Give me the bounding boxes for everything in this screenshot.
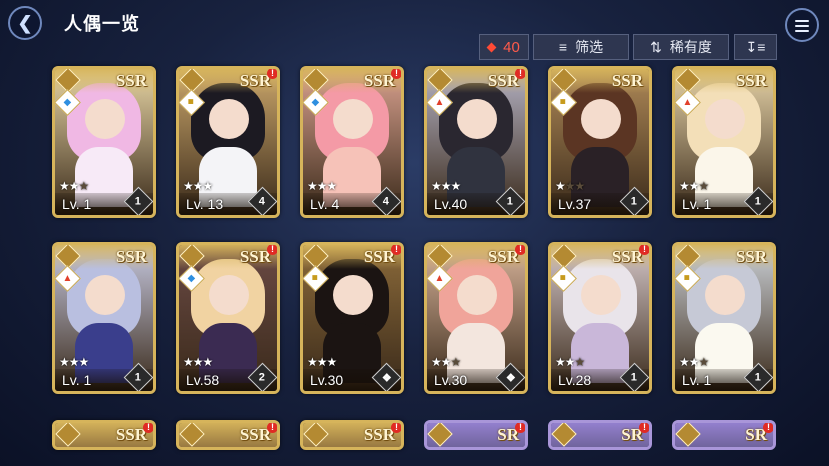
portrait-face [581, 275, 621, 315]
menu-button[interactable] [785, 8, 819, 42]
level-label: Lv.40 [434, 196, 468, 212]
portrait-face [209, 99, 249, 139]
star-rating: ★★★ [555, 179, 585, 193]
new-badge-icon: ! [391, 245, 401, 255]
new-badge-icon: ! [639, 245, 649, 255]
doll-count: 40 [503, 38, 520, 56]
rarity-label: SSR [115, 71, 147, 90]
new-badge-icon: ! [267, 423, 277, 433]
star-rating: ★★★ [183, 355, 213, 369]
level-label: Lv.30 [434, 372, 468, 388]
new-badge-icon: ! [391, 69, 401, 79]
portrait-face [333, 99, 373, 139]
new-badge-icon: ! [267, 245, 277, 255]
rarity-label: SSR [735, 71, 767, 90]
rarity-label: SSR [115, 247, 147, 266]
doll-card[interactable]: SSR! ■ ★★★ Lv.30 ❖ [300, 242, 404, 394]
star-rating: ★★★ [307, 179, 337, 193]
portrait-face [209, 275, 249, 315]
level-label: Lv.30 [310, 372, 344, 388]
doll-card-partial[interactable]: SSR! [52, 420, 156, 450]
hamburger-line [795, 30, 809, 32]
level-label: Lv.58 [186, 372, 220, 388]
level-label: Lv. 1 [682, 196, 712, 212]
doll-card-partial[interactable]: SR! [672, 420, 776, 450]
portrait-face [457, 99, 497, 139]
new-badge-icon: ! [515, 245, 525, 255]
level-label: Lv. 13 [186, 196, 224, 212]
new-badge-icon: ! [143, 423, 153, 433]
star-rating: ★★★ [679, 355, 709, 369]
star-rating: ★★★ [555, 355, 585, 369]
hamburger-line [795, 25, 809, 27]
sort-order-icon: ↧≡ [745, 38, 766, 55]
star-rating: ★★★ [59, 355, 89, 369]
portrait-face [705, 99, 745, 139]
new-badge-icon: ! [515, 69, 525, 79]
doll-card-partial[interactable]: SSR! [300, 420, 404, 450]
doll-card-partial[interactable]: SR! [548, 420, 652, 450]
level-label: Lv. 1 [62, 372, 92, 388]
star-rating: ★★★ [183, 179, 213, 193]
new-badge-icon: ! [515, 423, 525, 433]
portrait-face [333, 275, 373, 315]
level-label: Lv. 1 [682, 372, 712, 388]
sort-label: 稀有度 [669, 39, 712, 55]
doll-card[interactable]: SSR! ◆ ★★★ Lv. 44 [300, 66, 404, 218]
doll-card-partial[interactable]: SSR! [176, 420, 280, 450]
rarity-label: SSR [611, 71, 643, 90]
level-label: Lv. 1 [62, 196, 92, 212]
doll-card[interactable]: SSR ■ ★★★ Lv.37 1 [548, 66, 652, 218]
gem-icon [486, 42, 497, 52]
star-rating: ★★★ [431, 355, 461, 369]
page-title: 人偶一览 [64, 14, 140, 34]
new-badge-icon: ! [763, 423, 773, 433]
doll-card[interactable]: SSR! ■ ★★★ Lv.28 1 [548, 242, 652, 394]
star-rating: ★★★ [431, 179, 461, 193]
level-label: Lv.37 [558, 196, 592, 212]
doll-card[interactable]: SSR ▲ ★★★ Lv. 11 [52, 242, 156, 394]
doll-card[interactable]: SSR! ▲ ★★★ Lv.40 1 [424, 66, 528, 218]
doll-card[interactable]: SSR! ◆ ★★★ Lv.58 2 [176, 242, 280, 394]
portrait-face [457, 275, 497, 315]
sort-arrows-icon: ⇅ [650, 38, 662, 55]
level-label: Lv. 4 [310, 196, 340, 212]
doll-card-partial[interactable]: SR! [424, 420, 528, 450]
portrait-face [85, 99, 125, 139]
doll-card[interactable]: SSR! ■ ★★★ Lv. 13 4 [176, 66, 280, 218]
hamburger-menu-icon [795, 20, 809, 22]
doll-card[interactable]: SSR! ▲ ★★★ Lv.30 ❖ [424, 242, 528, 394]
new-badge-icon: ! [267, 69, 277, 79]
star-rating: ★★★ [307, 355, 337, 369]
portrait-face [581, 99, 621, 139]
doll-card[interactable]: SSR ■ ★★★ Lv. 11 [672, 242, 776, 394]
filter-icon: ≡ [558, 39, 568, 55]
sort-order-button[interactable]: ↧≡ [734, 34, 777, 60]
back-button[interactable]: ❮ [8, 6, 42, 40]
star-rating: ★★★ [679, 179, 709, 193]
filter-label: 筛选 [575, 39, 604, 55]
new-badge-icon: ! [639, 423, 649, 433]
level-label: Lv.28 [558, 372, 592, 388]
doll-card[interactable]: SSR ◆ ★★★ Lv. 11 [52, 66, 156, 218]
portrait-face [85, 275, 125, 315]
portrait-face [705, 275, 745, 315]
star-rating: ★★★ [59, 179, 89, 193]
back-arrow-icon: ❮ [17, 12, 33, 33]
doll-card[interactable]: SSR ▲ ★★★ Lv. 11 [672, 66, 776, 218]
sort-button[interactable]: ⇅ 稀有度 [633, 34, 729, 60]
doll-count-badge: 40 [479, 34, 529, 60]
filter-button[interactable]: ≡ 筛选 [533, 34, 629, 60]
rarity-label: SSR [735, 247, 767, 266]
new-badge-icon: ! [391, 423, 401, 433]
